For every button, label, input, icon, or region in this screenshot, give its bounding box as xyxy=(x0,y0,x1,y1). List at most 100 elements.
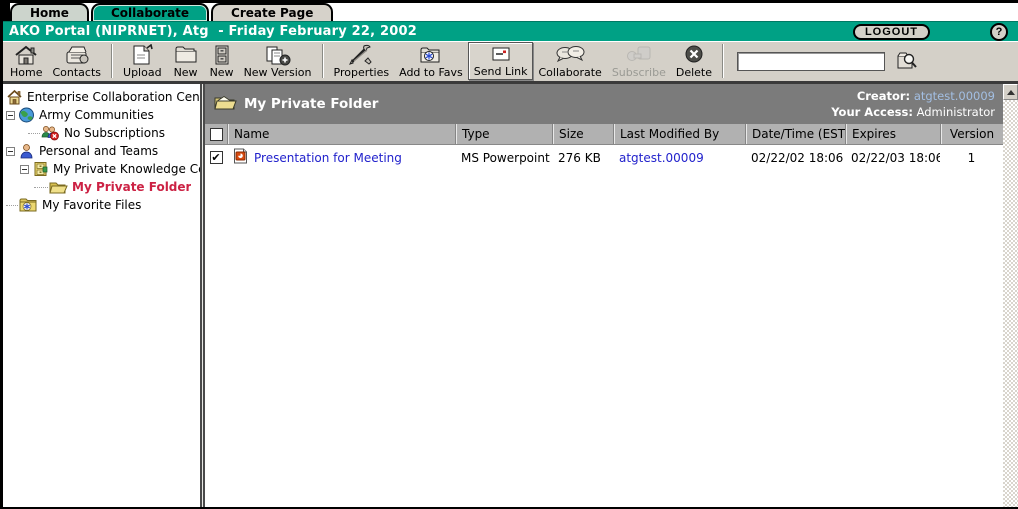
tree-connector xyxy=(28,133,40,134)
toolbar-contacts-label: Contacts xyxy=(52,66,101,79)
toolbar-new-version-button[interactable]: New Version xyxy=(239,42,317,80)
tree-item-my-private-folder[interactable]: My Private Folder xyxy=(6,178,200,196)
table-row: Presentation for Meeting MS Powerpoint 2… xyxy=(205,145,1003,170)
collapse-expander-icon[interactable] xyxy=(20,165,29,174)
new-version-icon xyxy=(263,43,293,66)
toolbar-home-label: Home xyxy=(10,66,42,79)
toolbar-home-button[interactable]: Home xyxy=(5,42,47,80)
creator-value-link[interactable]: atgtest.00009 xyxy=(914,89,995,103)
row-checkbox[interactable] xyxy=(210,151,223,164)
ako-portal-window: Home Collaborate Create Page AKO Portal … xyxy=(0,0,1018,509)
scroll-up-arrow-icon xyxy=(1007,90,1015,95)
upload-icon xyxy=(129,43,155,66)
toolbar-add-to-favs-label: Add to Favs xyxy=(399,66,463,79)
tree-item-personal-and-teams[interactable]: Personal and Teams xyxy=(6,142,200,160)
toolbar-upload-button[interactable]: Upload xyxy=(118,42,167,80)
toolbar-new-item-button[interactable]: New xyxy=(205,42,239,80)
tab-strip: Home Collaborate Create Page xyxy=(3,0,1018,21)
new-item-icon xyxy=(212,43,232,66)
toolbar-contacts-button[interactable]: Contacts xyxy=(47,42,106,80)
tree-item-my-favorite-files[interactable]: My Favorite Files xyxy=(6,196,200,214)
toolbar-separator xyxy=(322,44,324,78)
search-input[interactable] xyxy=(737,52,885,71)
select-all-checkbox[interactable] xyxy=(210,128,223,141)
globe-icon xyxy=(18,107,35,123)
toolbar-collaborate-label: Collaborate xyxy=(538,66,601,79)
home-icon xyxy=(6,89,23,105)
folder-header: My Private Folder Creator: atgtest.00009… xyxy=(205,84,1003,124)
tree-item-label: Army Communities xyxy=(39,108,154,122)
tree-item-enterprise-collaboration-center[interactable]: Enterprise Collaboration Center xyxy=(6,88,200,106)
toolbar-new-folder-label: New xyxy=(174,66,198,79)
tree-connector xyxy=(34,187,48,188)
search-icon xyxy=(896,50,918,73)
tree-item-army-communities[interactable]: Army Communities xyxy=(6,106,200,124)
open-folder-icon xyxy=(213,93,237,115)
tab-home[interactable]: Home xyxy=(10,3,89,21)
toolbar-delete-button[interactable]: Delete xyxy=(671,42,717,80)
column-header-expires[interactable]: Expires xyxy=(845,124,940,144)
home-icon xyxy=(13,43,39,66)
column-header-datetime[interactable]: Date/Time (EST) xyxy=(745,124,845,144)
file-version: 1 xyxy=(940,151,1003,165)
toolbar-collaborate-button[interactable]: Collaborate xyxy=(533,42,606,80)
tree-item-label: No Subscriptions xyxy=(64,126,165,140)
scroll-up-button[interactable] xyxy=(1003,84,1018,100)
send-link-icon xyxy=(488,43,514,65)
toolbar-new-version-label: New Version xyxy=(244,66,312,79)
collapse-expander-icon[interactable] xyxy=(6,111,15,120)
file-size: 276 KB xyxy=(552,151,613,165)
title-bar: AKO Portal (NIPRNET), Atg - Friday Febru… xyxy=(3,21,1018,41)
toolbar-properties-button[interactable]: Properties xyxy=(329,42,395,80)
tree-item-label: Personal and Teams xyxy=(39,144,158,158)
cabinet-icon xyxy=(32,161,49,177)
column-header-last-modified-by[interactable]: Last Modified By xyxy=(613,124,745,144)
empty-file-list-area xyxy=(205,170,1003,507)
tree-item-no-subscriptions[interactable]: No Subscriptions xyxy=(6,124,200,142)
tree-item-label: My Private Folder xyxy=(72,180,191,194)
logout-button[interactable]: LOGOUT xyxy=(853,24,930,40)
folder-title: My Private Folder xyxy=(244,96,378,112)
toolbar-delete-label: Delete xyxy=(676,66,712,79)
table-header-row: Name Type Size Last Modified By Date/Tim… xyxy=(205,124,1003,145)
toolbar-subscribe-button: Subscribe xyxy=(607,42,671,80)
collapse-expander-icon[interactable] xyxy=(6,147,15,156)
toolbar-search-group xyxy=(737,50,919,72)
search-button[interactable] xyxy=(895,50,919,72)
last-modified-by-link[interactable]: atgtest.00009 xyxy=(619,151,704,165)
column-header-size[interactable]: Size xyxy=(552,124,613,144)
toolbar-send-link-label: Send Link xyxy=(474,65,528,78)
toolbar: Home Contacts Upload New New xyxy=(3,41,1018,84)
tab-create-page[interactable]: Create Page xyxy=(211,3,333,21)
powerpoint-file-icon xyxy=(233,148,248,167)
file-expires: 02/22/03 18:06 xyxy=(845,151,940,165)
toolbar-subscribe-label: Subscribe xyxy=(612,66,666,79)
folder-view-panel: My Private Folder Creator: atgtest.00009… xyxy=(205,84,1003,507)
toolbar-send-link-button[interactable]: Send Link xyxy=(468,42,534,80)
subscribe-icon xyxy=(624,43,654,66)
vertical-scrollbar[interactable] xyxy=(1003,84,1018,507)
people-x-icon xyxy=(40,125,60,141)
tree-item-my-private-knowledge-center[interactable]: My Private Knowledge Center xyxy=(6,160,200,178)
add-to-favs-icon xyxy=(417,43,445,66)
properties-icon xyxy=(348,43,374,66)
folder-meta: Creator: atgtest.00009 Your Access: Admi… xyxy=(831,88,995,120)
column-header-version[interactable]: Version xyxy=(940,124,1003,144)
tab-collaborate[interactable]: Collaborate xyxy=(91,3,209,21)
collaborate-icon xyxy=(554,43,586,66)
creator-label: Creator: xyxy=(857,89,910,103)
toolbar-new-folder-button[interactable]: New xyxy=(167,42,205,80)
file-name-link[interactable]: Presentation for Meeting xyxy=(254,151,402,165)
select-all-cell xyxy=(205,124,227,144)
open-folder-icon xyxy=(48,179,68,195)
toolbar-add-to-favs-button[interactable]: Add to Favs xyxy=(394,42,468,80)
page-title: AKO Portal (NIPRNET), Atg - Friday Febru… xyxy=(9,24,417,39)
column-header-type[interactable]: Type xyxy=(455,124,552,144)
tabstrip-lead-block xyxy=(3,3,10,21)
column-header-name[interactable]: Name xyxy=(227,124,455,144)
tree-item-label: My Favorite Files xyxy=(42,198,141,212)
toolbar-upload-label: Upload xyxy=(123,66,162,79)
access-value: Administrator xyxy=(917,105,995,119)
toolbar-properties-label: Properties xyxy=(334,66,390,79)
help-button[interactable]: ? xyxy=(990,23,1008,41)
